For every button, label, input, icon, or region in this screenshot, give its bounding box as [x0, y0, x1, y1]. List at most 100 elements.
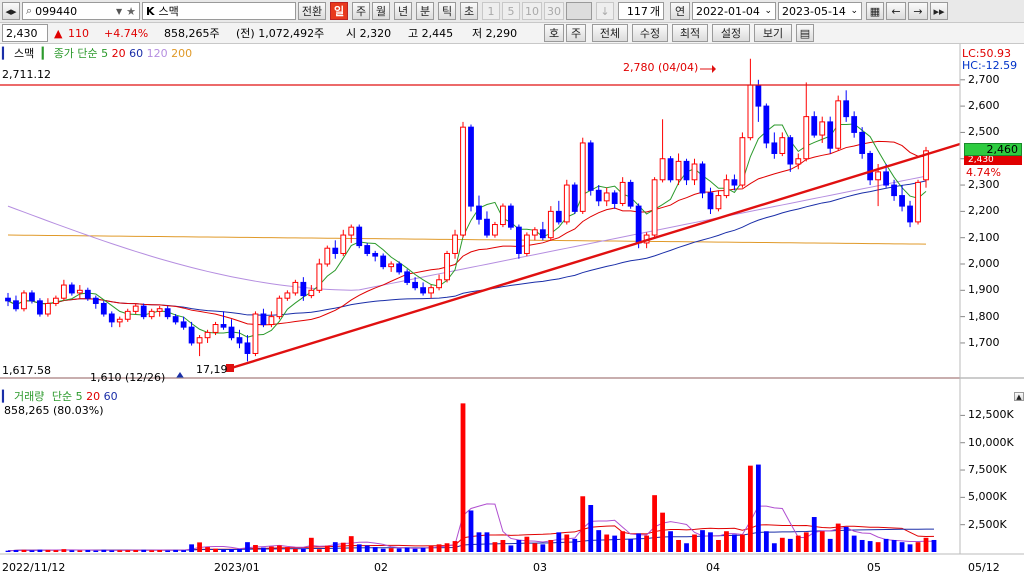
volume-bar: [436, 544, 442, 552]
volume-bar: [213, 548, 218, 552]
adjust-button[interactable]: 수정: [632, 24, 668, 42]
interval-10-button[interactable]: 10: [522, 2, 542, 20]
quote-bar: 2,430 ▲ 110 +4.74% 858,265주 (전) 1,072,49…: [0, 23, 1024, 44]
candle-down: [843, 100, 850, 118]
candle-up: [324, 247, 331, 265]
x-label-mar: 03: [533, 561, 547, 574]
volume-value-label: 858,265 (80.03%): [4, 404, 104, 417]
panel-menu-icon[interactable]: ▲: [1014, 392, 1024, 401]
volume-bar: [716, 539, 721, 552]
volume-bar: [21, 549, 27, 552]
candle-down: [420, 287, 426, 294]
stock-chart[interactable]: [0, 44, 1024, 576]
stock-code-field[interactable]: ⌕ 099440 ▼ ★: [22, 2, 140, 20]
candle-up: [523, 234, 530, 254]
candle-up: [691, 163, 698, 181]
candle-down: [859, 131, 866, 154]
candle-up: [452, 234, 458, 254]
volume-bar: [205, 547, 210, 552]
quote-ho-button[interactable]: 호: [544, 24, 564, 42]
candle-up: [739, 137, 746, 186]
volume-bar: [891, 539, 897, 552]
volume-bar: [277, 545, 282, 552]
interval-30-button[interactable]: 30: [544, 2, 564, 20]
volume-bar: [923, 537, 929, 552]
chevron-down-icon[interactable]: ▼: [116, 7, 122, 16]
volume-bar: [253, 545, 258, 552]
candle-down: [755, 84, 762, 107]
switch-button[interactable]: 전환: [298, 2, 326, 20]
count-unit: 개: [649, 5, 660, 18]
volume-bar: [181, 550, 187, 552]
ma-200: 200: [171, 47, 193, 60]
view-button[interactable]: 보기: [754, 24, 792, 42]
candle-up: [723, 179, 730, 197]
volume-bar: [795, 535, 801, 552]
low-annotation: 1,610 (12/26): [90, 371, 166, 384]
star-icon[interactable]: ★: [126, 5, 136, 18]
arrow-right-icon[interactable]: →: [908, 2, 928, 20]
candle-down: [627, 181, 634, 207]
arrow-down-icon[interactable]: ↓: [596, 2, 614, 20]
save-icon[interactable]: ▦: [866, 2, 884, 20]
volume-bar: [652, 495, 657, 552]
candle-down: [515, 226, 522, 254]
volume-bar: [556, 532, 562, 552]
volume-bar: [292, 548, 298, 552]
max-price-label: 2,711.12: [2, 68, 51, 81]
period-year-button[interactable]: 년: [394, 2, 412, 20]
volume-legend: ▎ 거래량 단순 5 20 60: [2, 390, 118, 403]
period-day-button[interactable]: 일: [330, 2, 348, 20]
candle-up: [428, 287, 434, 294]
layout-icon[interactable]: ▤: [796, 24, 814, 42]
year-button[interactable]: 연: [670, 2, 690, 20]
candle-down: [164, 308, 171, 318]
arrow-left-icon[interactable]: ←: [886, 2, 906, 20]
optimize-button[interactable]: 최적: [672, 24, 708, 42]
volume-bar: [732, 534, 737, 552]
interval-5-button[interactable]: 5: [502, 2, 520, 20]
prev-volume-value: (전) 1,072,492주: [236, 27, 325, 40]
play-end-icon[interactable]: ▸▸: [930, 2, 948, 20]
volume-bar: [452, 541, 458, 552]
count-field[interactable]: 117 개: [618, 2, 664, 20]
volume-tick-label: 2,500K: [968, 517, 1007, 531]
peak-annotation: 2,780 (04/04): [623, 61, 699, 74]
open-price: 시 2,320: [346, 27, 392, 40]
period-second-button[interactable]: 초: [460, 2, 478, 20]
period-tick-button[interactable]: 틱: [438, 2, 456, 20]
candle-up: [444, 252, 450, 281]
volume-bar: [668, 531, 673, 552]
change-percent: +4.74%: [104, 27, 149, 40]
volume-bar: [284, 547, 290, 552]
price-tick-label: 1,800: [968, 309, 1000, 323]
candle-up: [747, 84, 754, 139]
start-date-input: 2022-01-04: [696, 4, 760, 18]
interval-custom-input[interactable]: [566, 2, 592, 20]
price-tick-label: 2,700: [968, 72, 1000, 86]
main-toolbar: ◂▸ ⌕ 099440 ▼ ★ K 스맥 전환 일 주 월 년 분 틱 초 1 …: [0, 0, 1024, 23]
volume-bars: [5, 403, 937, 552]
end-date-field[interactable]: 2023-05-14 ⌄: [778, 2, 862, 20]
period-minute-button[interactable]: 분: [416, 2, 434, 20]
candle-up: [675, 160, 682, 181]
candle-up: [276, 297, 283, 318]
nav-icon[interactable]: ◂▸: [2, 2, 20, 20]
settings-button[interactable]: 설정: [712, 24, 750, 42]
candle-down: [867, 152, 874, 181]
period-week-button[interactable]: 주: [352, 2, 370, 20]
candle-up: [603, 192, 610, 202]
ma-120: 120: [146, 47, 168, 60]
interval-1-button[interactable]: 1: [482, 2, 500, 20]
candle-down: [707, 192, 714, 210]
chart-all-button[interactable]: 전체: [592, 24, 628, 42]
volume-bar: [859, 539, 865, 552]
price-tick-label: 2,600: [968, 99, 1000, 113]
candle-down: [108, 313, 115, 323]
period-month-button[interactable]: 월: [372, 2, 390, 20]
start-date-field[interactable]: 2022-01-04 ⌄: [692, 2, 776, 20]
volume-bar: [117, 550, 123, 552]
quote-ju-button[interactable]: 주: [566, 24, 586, 42]
volume-bar: [644, 535, 650, 552]
candle-down: [37, 300, 43, 315]
